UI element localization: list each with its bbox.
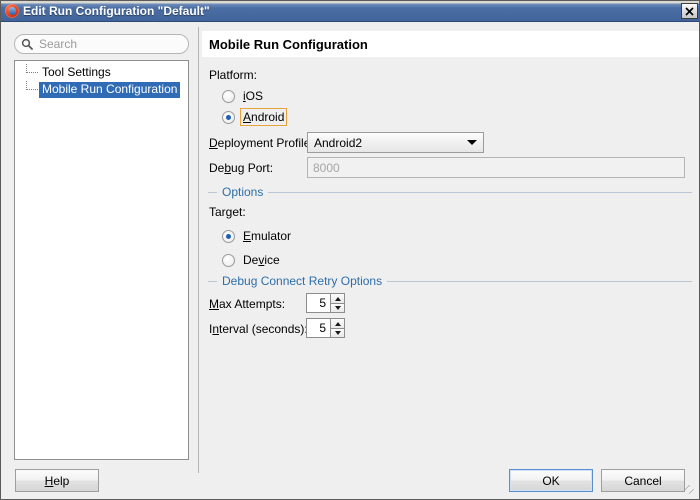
cancel-button[interactable]: Cancel <box>601 469 685 492</box>
target-radio-emulator[interactable]: Emulator <box>222 228 293 244</box>
max-attempts-decrement-icon[interactable] <box>330 303 345 313</box>
options-group-title: Options <box>222 185 264 199</box>
tree-item-label: Mobile Run Configuration <box>39 81 181 98</box>
edit-run-configuration-dialog: Edit Run Configuration "Default" Search … <box>0 0 700 500</box>
max-attempts-value[interactable]: 5 <box>306 293 330 313</box>
help-button[interactable]: Help <box>15 469 99 492</box>
tree-connector-icon <box>23 81 39 98</box>
debug-port-input[interactable]: 8000 <box>307 157 685 178</box>
deployment-profile-value: Android2 <box>314 135 363 150</box>
max-attempts-label: Max Attempts: <box>209 297 286 311</box>
radio-indicator-ios[interactable] <box>222 89 235 103</box>
interval-stepper[interactable]: 5 <box>306 318 345 338</box>
tree-item-label: Tool Settings <box>42 64 111 79</box>
mobile-run-configuration-panel: Mobile Run Configuration Platform: iOS A… <box>202 22 699 478</box>
platform-radio-ios-label: iOS <box>243 89 264 103</box>
debug-port-value: 8000 <box>313 160 340 175</box>
title-bar: Edit Run Configuration "Default" <box>1 1 699 22</box>
target-radio-emulator-label: Emulator <box>243 229 292 243</box>
tree-item-mobile-run-configuration[interactable]: Mobile Run Configuration <box>15 81 188 98</box>
deployment-profile-label: Deployment Profile: <box>209 136 314 150</box>
interval-decrement-icon[interactable] <box>330 328 345 338</box>
settings-navigator: Tool Settings Mobile Run Configuration <box>1 22 197 478</box>
platform-radio-android-label: Android <box>239 108 288 126</box>
retry-group-separator: Debug Connect Retry Options <box>208 274 692 288</box>
settings-tree[interactable]: Tool Settings Mobile Run Configuration <box>14 60 189 460</box>
search-icon <box>21 38 33 50</box>
dialog-content: Tool Settings Mobile Run Configuration M… <box>1 22 699 478</box>
close-icon[interactable] <box>681 3 698 19</box>
search-box[interactable] <box>14 34 189 54</box>
platform-radio-ios[interactable]: iOS <box>222 88 265 104</box>
jdeveloper-icon <box>5 4 19 18</box>
chevron-down-icon <box>467 140 477 145</box>
page-title: Mobile Run Configuration <box>209 36 368 52</box>
tree-item-tool-settings[interactable]: Tool Settings <box>15 64 188 81</box>
max-attempts-increment-icon[interactable] <box>330 293 345 303</box>
target-radio-device[interactable]: Device <box>222 252 282 268</box>
max-attempts-stepper[interactable]: 5 <box>306 293 345 313</box>
radio-indicator-android[interactable] <box>222 110 235 124</box>
panel-header: Mobile Run Configuration <box>202 31 699 57</box>
options-group-separator: Options <box>208 185 692 199</box>
pane-splitter[interactable] <box>198 27 199 473</box>
resize-grip-icon[interactable] <box>685 485 697 497</box>
interval-value[interactable]: 5 <box>306 318 330 338</box>
window-title: Edit Run Configuration "Default" <box>23 4 210 18</box>
tree-connector-icon <box>23 64 39 81</box>
interval-label: Interval (seconds): <box>209 322 308 336</box>
interval-increment-icon[interactable] <box>330 318 345 328</box>
radio-indicator-device[interactable] <box>222 253 235 267</box>
ok-button-label: OK <box>542 473 560 488</box>
ok-button[interactable]: OK <box>509 469 593 492</box>
dialog-footer: Help OK Cancel <box>1 469 699 499</box>
platform-label: Platform: <box>209 68 258 82</box>
debug-port-label: Debug Port: <box>209 161 274 175</box>
target-label: Target: <box>209 205 246 219</box>
platform-radio-android[interactable]: Android <box>222 108 288 126</box>
search-input[interactable] <box>39 37 179 51</box>
target-radio-device-label: Device <box>243 253 280 267</box>
retry-group-title: Debug Connect Retry Options <box>222 274 383 288</box>
radio-indicator-emulator[interactable] <box>222 229 235 243</box>
deployment-profile-dropdown[interactable]: Android2 <box>307 132 484 153</box>
help-button-label: Help <box>44 473 70 488</box>
cancel-button-label: Cancel <box>624 473 662 488</box>
